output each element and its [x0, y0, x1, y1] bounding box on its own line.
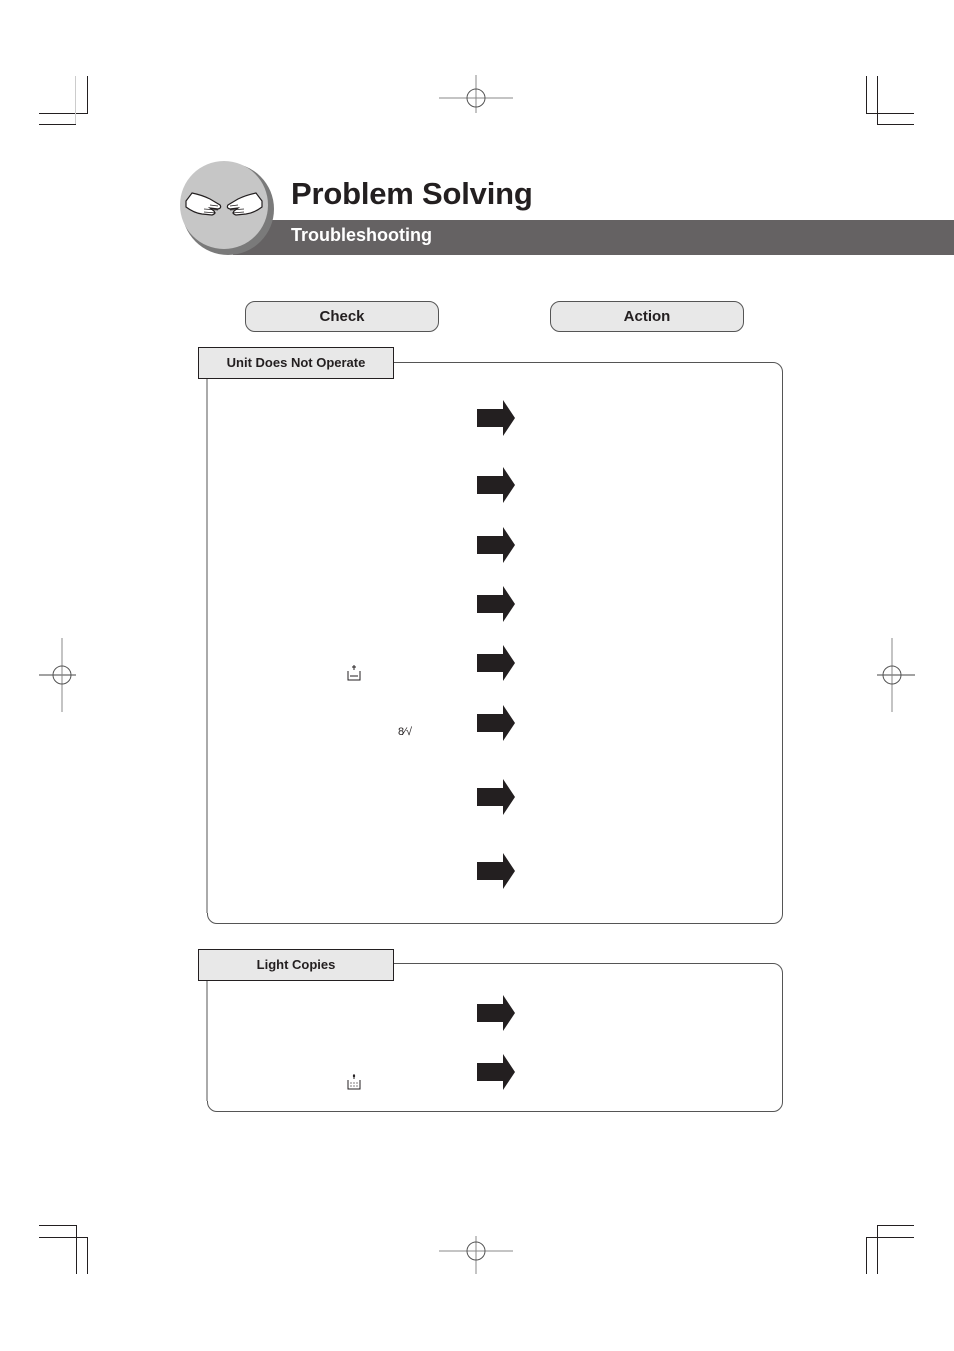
- arrow-right-icon: [477, 527, 515, 563]
- arrow-right-icon: [477, 400, 515, 436]
- crop-line: [87, 76, 88, 114]
- crop-line: [39, 1225, 77, 1226]
- page-title: Problem Solving: [291, 176, 533, 211]
- arrow-right-icon: [477, 705, 515, 741]
- crop-line: [866, 76, 867, 114]
- crop-line: [76, 1225, 77, 1274]
- crop-line: [39, 1237, 88, 1238]
- section-title-tab: Unit Does Not Operate: [198, 347, 394, 379]
- crop-line: [866, 1237, 867, 1274]
- page-subtitle: Troubleshooting: [291, 225, 432, 245]
- check-column-header: Check: [245, 301, 439, 332]
- registration-mark-right: [877, 638, 915, 712]
- section-title-tab: Light Copies: [198, 949, 394, 981]
- add-paper-icon: [347, 665, 361, 681]
- section-box-shade: [206, 373, 208, 913]
- section-box-shade: [206, 974, 208, 1101]
- crop-line: [877, 1225, 914, 1226]
- arrow-right-icon: [477, 467, 515, 503]
- arrow-right-icon: [477, 586, 515, 622]
- registration-mark-left: [39, 638, 76, 712]
- arrow-right-icon: [477, 853, 515, 889]
- arrow-right-icon: [477, 645, 515, 681]
- section-box: [206, 362, 783, 924]
- paper-jam-icon: 8∕√: [398, 726, 412, 738]
- crop-line: [866, 1237, 914, 1238]
- crop-line: [87, 1237, 88, 1274]
- handshake-badge: [180, 161, 268, 249]
- handshake-icon: [185, 192, 263, 216]
- add-toner-icon: [347, 1074, 361, 1090]
- arrow-right-icon: [477, 995, 515, 1031]
- crop-line: [877, 124, 914, 125]
- registration-mark-top: [439, 75, 513, 113]
- arrow-right-icon: [477, 779, 515, 815]
- crop-line: [877, 1225, 878, 1274]
- crop-line: [877, 76, 878, 125]
- crop-line: [75, 76, 76, 125]
- crop-line: [39, 124, 76, 125]
- action-column-header: Action: [550, 301, 744, 332]
- arrow-right-icon: [477, 1054, 515, 1090]
- registration-mark-bottom: [439, 1236, 513, 1274]
- crop-line: [866, 113, 914, 114]
- crop-line: [39, 113, 88, 114]
